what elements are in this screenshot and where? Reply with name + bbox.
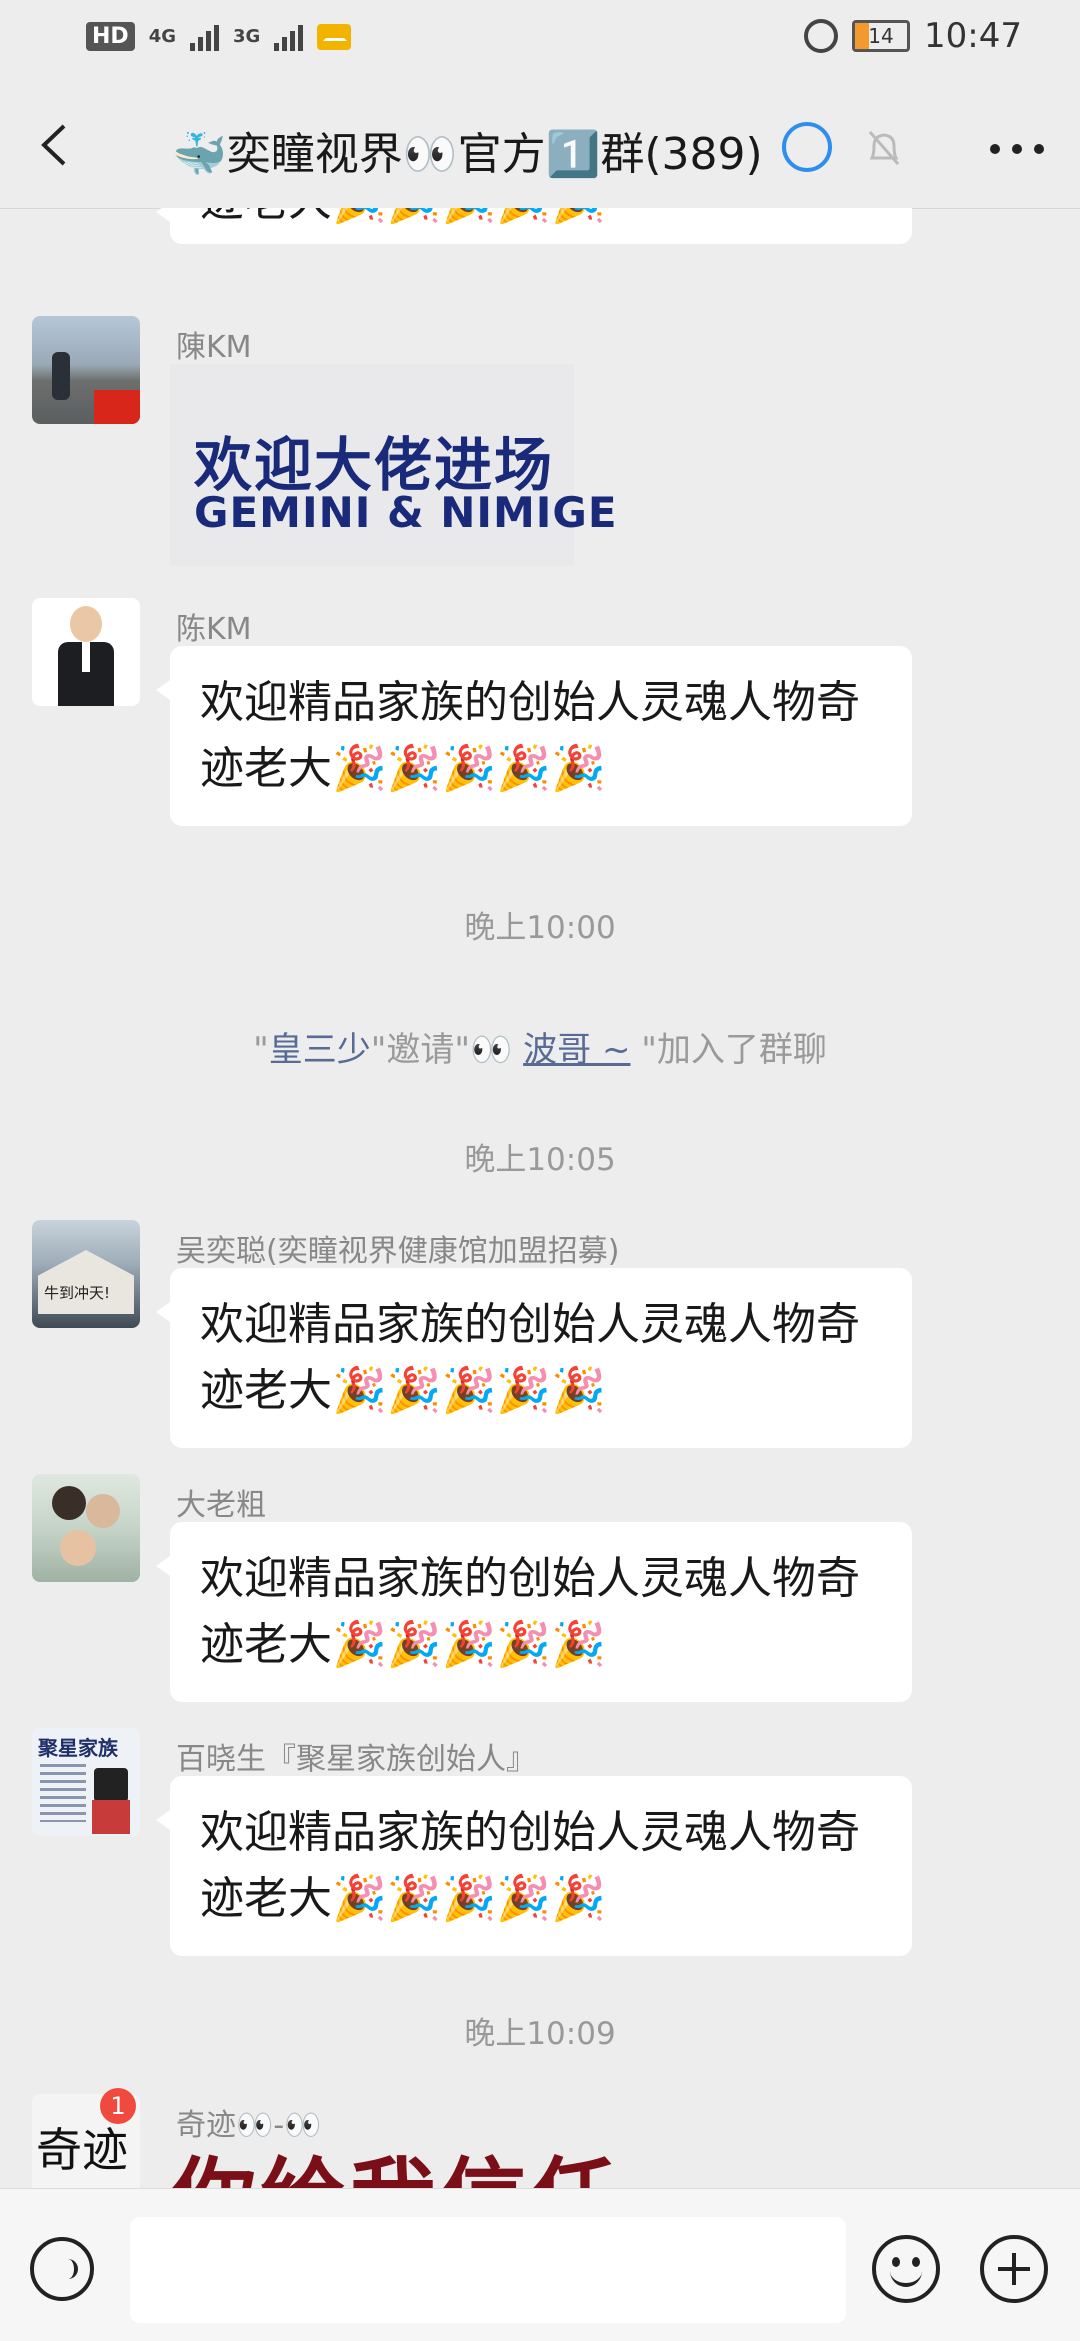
unread-badge: 1 xyxy=(100,2088,136,2124)
avatar-caption: 奇迹 xyxy=(36,2123,128,2177)
message-text: 欢迎精品家族的创始人灵魂人物奇迹老大🎉🎉🎉🎉🎉 xyxy=(200,677,860,794)
avatar[interactable] xyxy=(32,598,140,706)
image-message[interactable]: 欢迎大佬进场 GEMINI & NIMIGE xyxy=(170,364,617,566)
message-text: 迹老大🎉🎉🎉🎉🎉 xyxy=(200,208,606,226)
signal-icon-2 xyxy=(274,23,304,51)
chat-message-list[interactable]: 迹老大🎉🎉🎉🎉🎉 陳KM 欢迎大佬进场 GEMINI & NIMIGE 陈KM … xyxy=(0,208,1080,2188)
system-notice: "皇三少"邀请"👀 波哥 ~ "加入了群聊 xyxy=(253,1030,827,1070)
chat-header: 🐳奕瞳视界👀官方1️⃣群(389) xyxy=(0,82,1080,209)
network-3g-label: 3G xyxy=(233,26,261,47)
message-bubble[interactable]: 欢迎精品家族的创始人灵魂人物奇迹老大🎉🎉🎉🎉🎉 xyxy=(156,1522,912,1702)
inviter-link[interactable]: 皇三少 xyxy=(269,1030,371,1070)
avatar[interactable]: 牛到冲天! xyxy=(32,1220,140,1328)
group-chat-icon[interactable] xyxy=(782,122,832,172)
mail-notification-icon xyxy=(317,23,352,50)
add-attachment-icon[interactable] xyxy=(980,2235,1048,2303)
avatar[interactable] xyxy=(32,1474,140,1582)
image-text-line2: GEMINI & NIMIGE xyxy=(194,488,618,537)
emoji-icon[interactable] xyxy=(872,2235,940,2303)
mute-bell-icon xyxy=(868,131,900,165)
status-bar: HD 4G 3G 14 10:47 xyxy=(0,0,1080,82)
timestamp: 晚上10:05 xyxy=(464,1142,616,1178)
voice-input-icon[interactable] xyxy=(30,2237,94,2301)
invitee-link[interactable]: 波哥 ~ xyxy=(523,1030,630,1070)
message-bubble[interactable]: 欢迎精品家族的创始人灵魂人物奇迹老大🎉🎉🎉🎉🎉 xyxy=(156,1776,912,1956)
network-4g-label: 4G xyxy=(148,26,176,47)
sender-name: 百晓生『聚星家族创始人』 xyxy=(176,1742,536,1777)
input-bar xyxy=(0,2188,1080,2341)
back-arrow-icon[interactable] xyxy=(34,120,78,170)
message-bubble[interactable]: 欢迎精品家族的创始人灵魂人物奇迹老大🎉🎉🎉🎉🎉 xyxy=(156,646,912,826)
avatar[interactable]: 聚星家族 xyxy=(32,1728,140,1836)
message-bubble-partial[interactable]: 迹老大🎉🎉🎉🎉🎉 xyxy=(156,208,912,244)
timestamp: 晚上10:09 xyxy=(464,2016,616,2052)
sender-name: 陈KM xyxy=(176,612,252,647)
hd-indicator: HD xyxy=(86,22,135,51)
alarm-icon xyxy=(804,19,839,53)
message-bubble[interactable]: 欢迎精品家族的创始人灵魂人物奇迹老大🎉🎉🎉🎉🎉 xyxy=(156,1268,912,1448)
signal-icon xyxy=(190,23,219,51)
battery-icon: 14 xyxy=(852,20,911,52)
clock: 10:47 xyxy=(924,16,1022,56)
chat-title: 🐳奕瞳视界👀官方1️⃣群(389) xyxy=(172,129,763,180)
message-text: 欢迎精品家族的创始人灵魂人物奇迹老大🎉🎉🎉🎉🎉 xyxy=(200,1553,860,1670)
avatar[interactable] xyxy=(32,316,140,424)
more-options-icon[interactable] xyxy=(990,144,1044,154)
sender-name: 陳KM xyxy=(176,330,252,365)
sender-name: 吴奕聪(奕瞳视界健康馆加盟招募) xyxy=(176,1234,620,1269)
image-message-partial[interactable]: 你给我信任 xyxy=(170,2128,620,2188)
message-input[interactable] xyxy=(130,2217,846,2323)
message-text: 欢迎精品家族的创始人灵魂人物奇迹老大🎉🎉🎉🎉🎉 xyxy=(200,1807,860,1924)
message-text: 欢迎精品家族的创始人灵魂人物奇迹老大🎉🎉🎉🎉🎉 xyxy=(200,1299,860,1416)
timestamp: 晚上10:00 xyxy=(464,910,616,946)
avatar-caption: 聚星家族 xyxy=(38,1736,118,1760)
battery-level: 14 xyxy=(868,24,894,48)
sender-name: 大老粗 xyxy=(176,1488,266,1523)
avatar-caption: 牛到冲天! xyxy=(44,1284,111,1302)
